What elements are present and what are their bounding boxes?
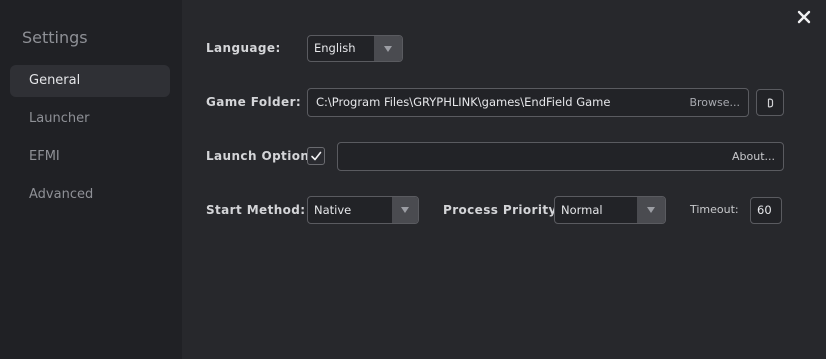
launch-options-input[interactable]: About...: [337, 142, 784, 171]
chevron-down-icon: [392, 197, 418, 223]
start-method-value: Native: [314, 203, 352, 217]
game-folder-input[interactable]: C:\Program Files\GRYPHLINK\games\EndFiel…: [307, 88, 749, 117]
open-folder-button[interactable]: [756, 89, 784, 116]
game-folder-label: Game Folder:: [206, 95, 302, 109]
chevron-down-icon: [637, 197, 665, 223]
browse-button[interactable]: Browse...: [689, 89, 740, 116]
sidebar-item-launcher[interactable]: Launcher: [10, 103, 170, 135]
timeout-label: Timeout:: [690, 203, 739, 216]
check-icon: [311, 151, 322, 161]
chevron-down-icon: [374, 36, 402, 61]
sidebar-item-efmi[interactable]: EFMI: [10, 141, 170, 173]
timeout-input[interactable]: 60: [750, 197, 782, 224]
language-value: English: [314, 41, 356, 55]
process-priority-label: Process Priority:: [443, 203, 562, 217]
sidebar-item-advanced[interactable]: Advanced: [10, 179, 170, 211]
start-method-dropdown[interactable]: Native: [307, 196, 419, 224]
launch-options-label: Launch Options:: [206, 149, 323, 163]
language-label: Language:: [206, 41, 281, 55]
close-icon: [797, 10, 811, 24]
settings-panel: Language: English Game Folder: C:\Progra…: [182, 0, 826, 359]
sidebar-title: Settings: [22, 28, 88, 47]
folder-open-icon: [767, 97, 774, 108]
language-dropdown[interactable]: English: [307, 35, 403, 62]
launch-options-checkbox[interactable]: [307, 147, 325, 165]
sidebar: Settings General Launcher EFMI Advanced: [0, 0, 182, 359]
timeout-value: 60: [757, 203, 772, 217]
start-method-label: Start Method:: [206, 203, 306, 217]
sidebar-item-general[interactable]: General: [10, 65, 170, 97]
about-button[interactable]: About...: [732, 143, 775, 170]
close-button[interactable]: [794, 7, 814, 27]
process-priority-dropdown[interactable]: Normal: [554, 196, 666, 224]
process-priority-value: Normal: [561, 203, 603, 217]
game-folder-value: C:\Program Files\GRYPHLINK\games\EndFiel…: [316, 95, 611, 109]
